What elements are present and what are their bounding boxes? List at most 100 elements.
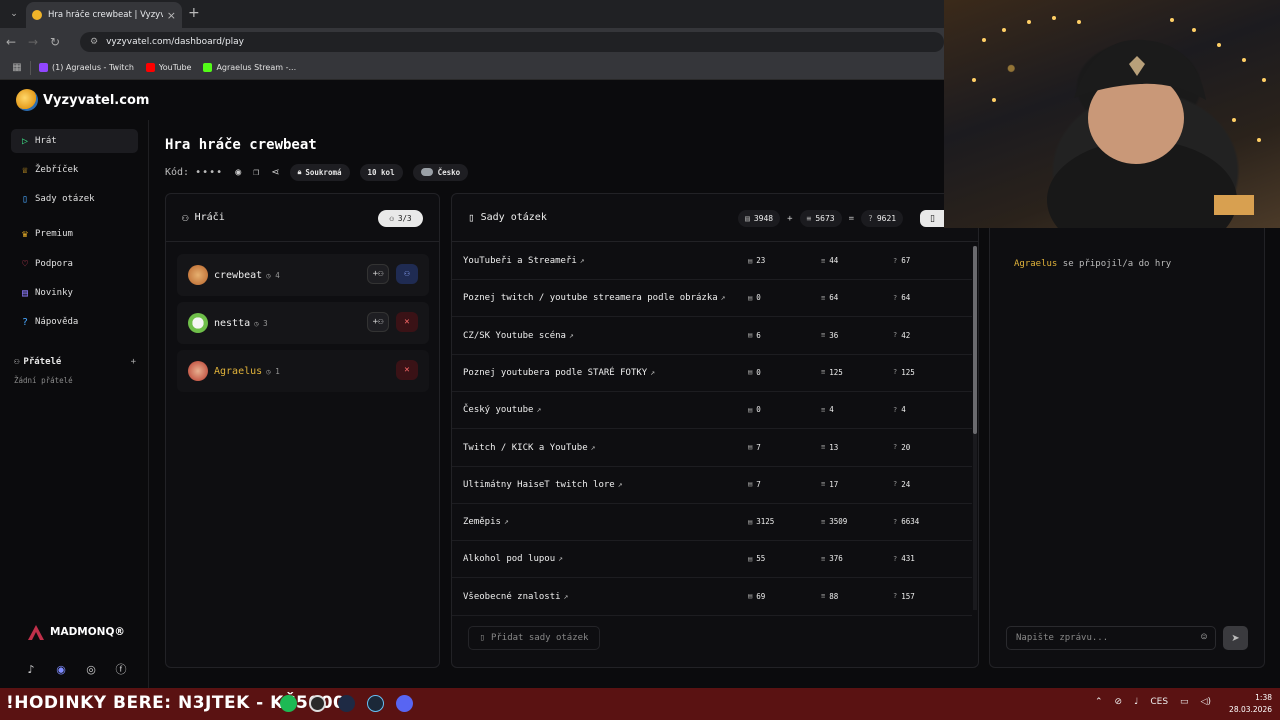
forward-icon[interactable]: → xyxy=(22,35,44,49)
chat-input[interactable]: Napište zprávu... ☺ xyxy=(1006,626,1216,650)
external-link-icon[interactable]: ↗ xyxy=(536,405,541,414)
bookmark-kick[interactable]: Agraelus Stream -... xyxy=(203,63,296,72)
external-link-icon[interactable]: ↗ xyxy=(618,480,623,489)
sponsor-name: MADMONQ® xyxy=(50,626,125,638)
set-name[interactable]: Český youtube ↗ xyxy=(463,405,541,415)
close-tab-icon[interactable]: × xyxy=(167,9,176,22)
set-name[interactable]: Twitch / KICK a YouTube ↗ xyxy=(463,443,595,453)
host-user-button[interactable]: ⚇ xyxy=(396,264,418,284)
question-set-row[interactable]: Poznej twitch / youtube streamera podle … xyxy=(452,280,972,318)
doc-icon: ▤ xyxy=(748,480,753,489)
external-link-icon[interactable]: ↗ xyxy=(580,256,585,265)
set-name[interactable]: Alkohol pod lupou ↗ xyxy=(463,554,563,564)
tab-title: Hra hráče crewbeat | Vyzyvatel.com xyxy=(48,10,163,20)
sidebar-item-premium[interactable]: ♛ Premium xyxy=(11,222,138,246)
external-link-icon[interactable]: ↗ xyxy=(650,368,655,377)
question-set-row[interactable]: Ultimátny HaiseT twitch lore ↗ ▤ 7 ≡ 17 ? 24 xyxy=(452,467,972,504)
set-count-b: ≡ 36 xyxy=(821,330,839,340)
question-set-row[interactable]: Český youtube ↗ ▤ 0 ≡ 4 ? 4 xyxy=(452,392,972,430)
news-icon: ▤ xyxy=(21,287,29,299)
system-clock[interactable]: 1:38 28.03.2026 xyxy=(1222,692,1272,716)
copy-icon[interactable]: ❐ xyxy=(253,167,259,178)
network-off-icon[interactable]: ⊘ xyxy=(1115,697,1123,707)
url-field[interactable]: ⚙ vyzyvatel.com/dashboard/play xyxy=(80,32,944,52)
external-link-icon[interactable]: ↗ xyxy=(591,443,596,452)
set-name[interactable]: CZ/SK Youtube scéna ↗ xyxy=(463,331,574,341)
steam-icon[interactable] xyxy=(367,695,384,712)
discord-icon[interactable] xyxy=(396,695,413,712)
player-name[interactable]: crewbeat xyxy=(214,270,262,281)
sidebar-item-leaderboard[interactable]: ♕ Žebříček xyxy=(11,158,138,182)
player-name[interactable]: Agraelus xyxy=(214,366,262,377)
new-tab-icon[interactable]: + xyxy=(188,5,200,21)
kick-player-button[interactable]: ✕ xyxy=(396,312,418,332)
question-set-row[interactable]: Twitch / KICK a YouTube ↗ ▤ 7 ≡ 13 ? 20 xyxy=(452,430,972,467)
send-button[interactable]: ➤ xyxy=(1223,626,1248,650)
doc-icon: ▤ xyxy=(745,214,750,223)
total-sum-badge: ? 9621 xyxy=(861,210,904,227)
reload-icon[interactable]: ↻ xyxy=(44,35,66,49)
display-icon[interactable]: ▭ xyxy=(1180,697,1189,707)
volume-icon[interactable]: ◁) xyxy=(1201,697,1211,707)
set-name[interactable]: YouTubeři a Streameři ↗ xyxy=(463,256,585,266)
set-name[interactable]: Poznej youtubera podle STARÉ FOTKY ↗ xyxy=(463,368,655,378)
app-icon[interactable] xyxy=(338,695,355,712)
logo-text[interactable]: Vyzyvatel.com xyxy=(43,93,149,108)
set-name[interactable]: Ultimátny HaiseT twitch lore ↗ xyxy=(463,480,623,490)
add-friend-button[interactable]: +⚇ xyxy=(367,264,389,284)
sidebar-item-question-sets[interactable]: ▯ Sady otázek xyxy=(11,187,138,211)
external-link-icon[interactable]: ↗ xyxy=(558,554,563,563)
sets-scrollbar[interactable] xyxy=(973,246,977,610)
sets-scroll-thumb[interactable] xyxy=(973,246,977,434)
site-info-icon[interactable]: ⚙ xyxy=(90,37,98,47)
player-name[interactable]: nestta xyxy=(214,318,250,329)
add-friend-icon[interactable]: + xyxy=(131,357,136,367)
address-bar-row: ← → ↻ ⚙ vyzyvatel.com/dashboard/play xyxy=(0,28,944,56)
bookmark-twitch[interactable]: (1) Agraelus - Twitch xyxy=(39,63,134,72)
bookmark-youtube[interactable]: YouTube xyxy=(145,63,191,72)
question-set-row[interactable]: Poznej youtubera podle STARÉ FOTKY ↗ ▤ 0 ≡ 12… xyxy=(452,355,972,392)
user-small-icon: ⚇ xyxy=(389,214,394,223)
chevron-up-icon[interactable]: ⌃ xyxy=(1095,697,1103,707)
sponsor-logo[interactable]: MADMONQ® xyxy=(26,623,125,641)
emoji-icon[interactable]: ☺ xyxy=(1201,632,1207,643)
question-set-row[interactable]: CZ/SK Youtube scéna ↗ ▤ 6 ≡ 36 ? 42 xyxy=(452,318,972,355)
tiktok-icon[interactable]: ♪ xyxy=(24,663,38,677)
list-icon: ≡ xyxy=(821,368,826,377)
obs-icon[interactable] xyxy=(309,695,326,712)
tab-search-icon[interactable]: ⌄ xyxy=(6,6,22,22)
player-row: nestta ◷ 3 +⚇ ✕ xyxy=(177,302,429,344)
set-name[interactable]: Zeměpis ↗ xyxy=(463,517,509,527)
facebook-icon[interactable]: ⓕ xyxy=(114,663,128,677)
language-indicator[interactable]: CES xyxy=(1150,697,1168,707)
help-icon: ? xyxy=(21,316,29,328)
sidebar-item-help[interactable]: ? Nápověda xyxy=(11,310,138,334)
spotify-icon[interactable] xyxy=(280,695,297,712)
external-link-icon[interactable]: ↗ xyxy=(569,331,574,340)
question-set-row[interactable]: Alkohol pod lupou ↗ ▤ 55 ≡ 376 ? 431 xyxy=(452,541,972,579)
share-icon[interactable]: ⋖ xyxy=(271,167,279,178)
add-friend-button[interactable]: +⚇ xyxy=(367,312,389,332)
add-question-sets-button[interactable]: ▯ Přidat sady otázek xyxy=(468,626,600,650)
doc-icon: ▤ xyxy=(748,405,753,414)
external-link-icon[interactable]: ↗ xyxy=(504,517,509,526)
microphone-icon[interactable]: ♩ xyxy=(1134,697,1138,707)
discord-icon[interactable]: ◉ xyxy=(54,663,68,677)
browser-tab[interactable]: Hra hráče crewbeat | Vyzyvatel.com × xyxy=(26,2,182,28)
logo-icon xyxy=(16,89,38,111)
show-code-eye-icon[interactable]: ◉ xyxy=(235,167,241,178)
sidebar-item-news[interactable]: ▤ Novinky xyxy=(11,281,138,305)
set-name[interactable]: Poznej twitch / youtube streamera podle … xyxy=(463,293,726,303)
instagram-icon[interactable]: ◎ xyxy=(84,663,98,677)
back-icon[interactable]: ← xyxy=(0,35,22,49)
leave-game-button[interactable]: ✕ xyxy=(396,360,418,380)
set-name[interactable]: Všeobecné znalosti ↗ xyxy=(463,592,568,602)
question-set-row[interactable]: Zeměpis ↗ ▤ 3125 ≡ 3509 ? 6634 xyxy=(452,504,972,542)
apps-grid-icon[interactable]: ▦ xyxy=(8,62,26,73)
external-link-icon[interactable]: ↗ xyxy=(564,592,569,601)
question-set-row[interactable]: Všeobecné znalosti ↗ ▤ 69 ≡ 88 ? 157 xyxy=(452,579,972,616)
external-link-icon[interactable]: ↗ xyxy=(721,293,726,302)
question-set-row[interactable]: YouTubeři a Streameři ↗ ▤ 23 ≡ 44 ? 67 xyxy=(452,243,972,280)
sidebar-item-play[interactable]: ▷ Hrát xyxy=(11,129,138,153)
sidebar-item-support[interactable]: ♡ Podpora xyxy=(11,252,138,276)
